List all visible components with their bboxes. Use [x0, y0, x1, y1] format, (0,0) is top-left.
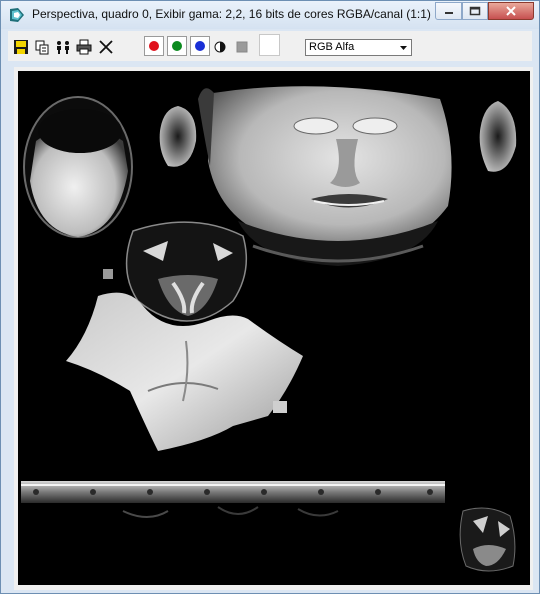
render-viewport[interactable]: [18, 71, 530, 585]
clone-window-icon[interactable]: [55, 39, 71, 55]
grey-square-icon[interactable]: [234, 39, 250, 55]
render-frame-window: Perspectiva, quadro 0, Exibir gama: 2,2,…: [0, 0, 540, 594]
print-icon[interactable]: [76, 39, 92, 55]
channel-select[interactable]: RGB Alfa: [305, 39, 412, 56]
title-bar[interactable]: Perspectiva, quadro 0, Exibir gama: 2,2,…: [1, 1, 539, 29]
save-icon[interactable]: [13, 39, 29, 55]
rendered-texture-map: [21, 86, 517, 572]
minimize-button[interactable]: [435, 2, 462, 20]
chevron-down-icon: [396, 40, 411, 55]
maximize-icon: [469, 6, 481, 16]
minimize-icon: [444, 12, 453, 14]
3ds-max-icon: [10, 8, 24, 22]
red-circle-icon: [149, 41, 159, 51]
close-icon: [506, 6, 516, 16]
clear-icon[interactable]: [98, 39, 114, 55]
monochrome-icon[interactable]: [212, 39, 228, 55]
copy-icon[interactable]: [34, 39, 50, 55]
channel-select-value: RGB Alfa: [309, 41, 355, 53]
render-toolbar: RGB Alfa: [8, 31, 532, 61]
blue-circle-icon: [195, 41, 205, 51]
window-title: Perspectiva, quadro 0, Exibir gama: 2,2,…: [32, 7, 431, 21]
maximize-button[interactable]: [462, 2, 488, 20]
close-button[interactable]: [488, 2, 534, 20]
blue-channel-button[interactable]: [190, 36, 210, 56]
red-channel-button[interactable]: [144, 36, 164, 56]
green-circle-icon: [172, 41, 182, 51]
green-channel-button[interactable]: [167, 36, 187, 56]
color-swatch[interactable]: [259, 34, 280, 56]
